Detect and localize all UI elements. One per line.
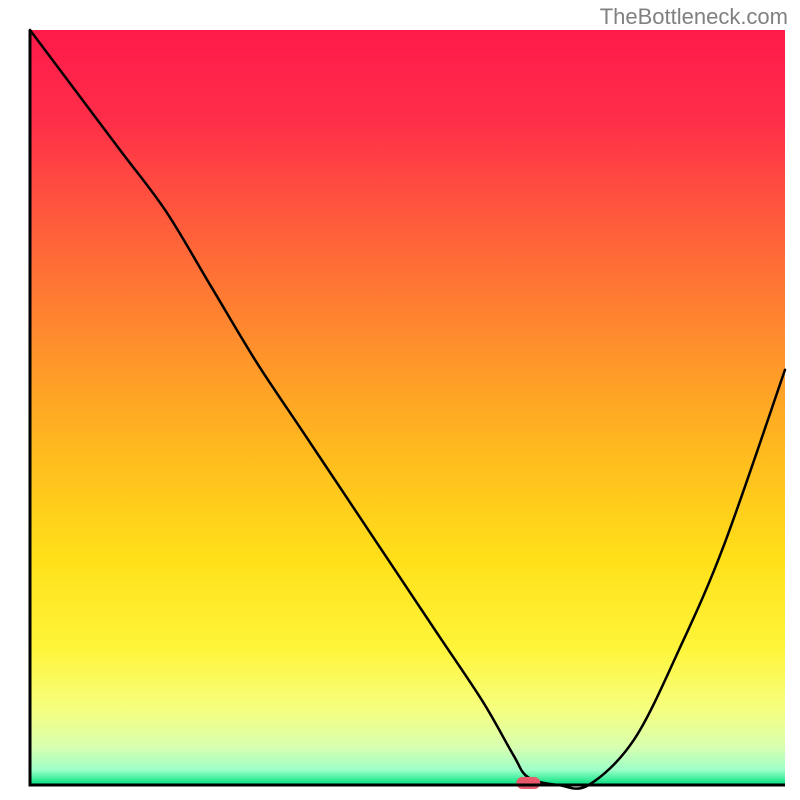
chart-container: TheBottleneck.com xyxy=(0,0,800,800)
chart-svg xyxy=(0,0,800,800)
watermark-label: TheBottleneck.com xyxy=(600,4,788,30)
optimal-point-marker xyxy=(516,777,540,789)
